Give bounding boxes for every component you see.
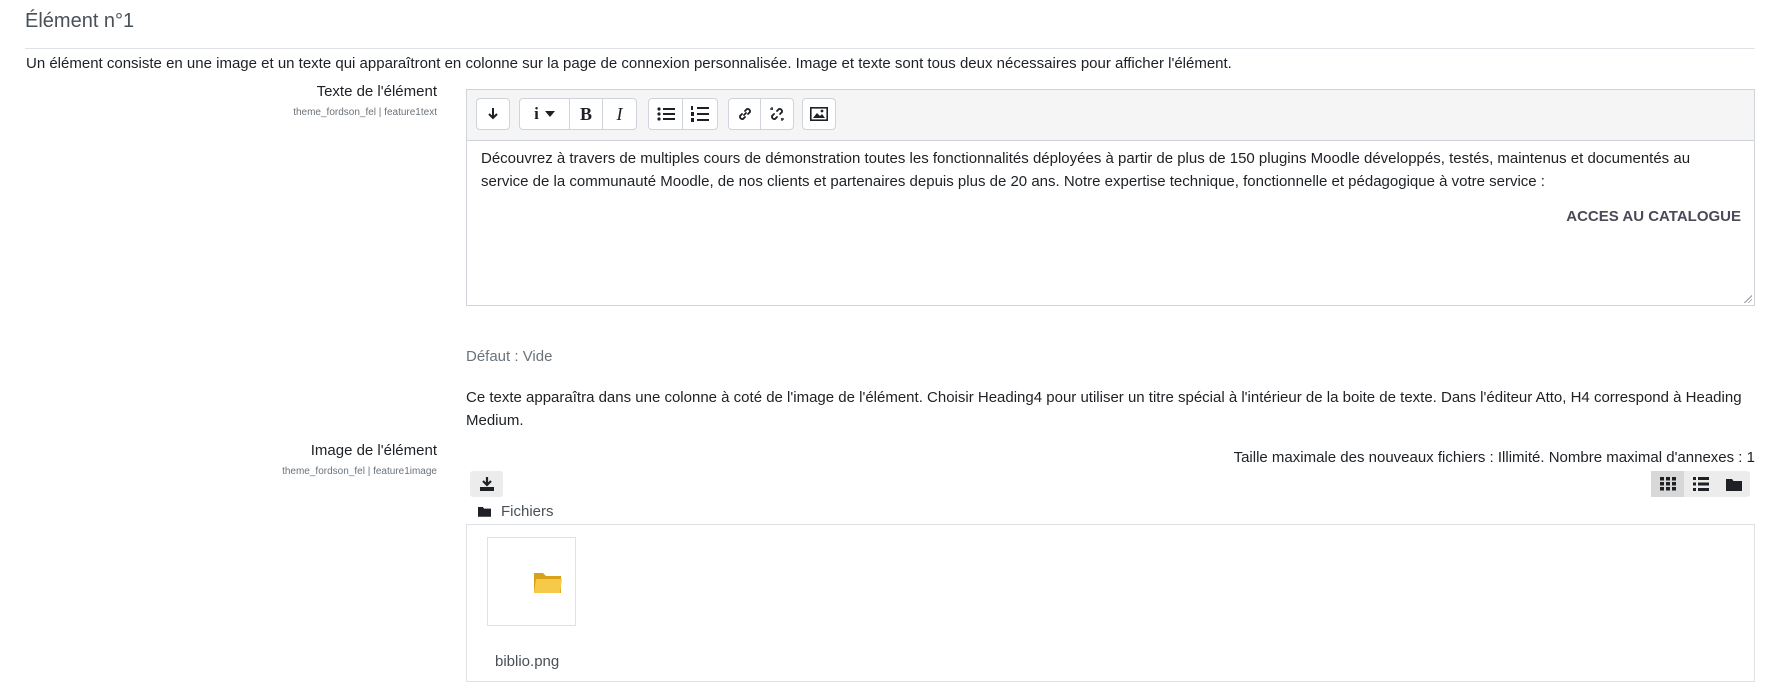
section-description: Un élément consiste en une image et un t… — [26, 55, 1232, 72]
resize-grip[interactable] — [1744, 295, 1752, 303]
path-bar: Fichiers — [478, 503, 554, 520]
section-divider — [25, 48, 1755, 49]
text-field-key: theme_fordson_fel | feature1text — [293, 107, 437, 118]
file-manager-area: biblio.png — [466, 524, 1755, 682]
list-view-icon[interactable] — [1684, 471, 1717, 497]
toolbar-group-style: i B I — [519, 98, 637, 130]
toolbar-group-lists — [648, 98, 718, 130]
download-icon — [479, 477, 494, 491]
grid-view-icon[interactable] — [1651, 471, 1684, 497]
file-name[interactable]: biblio.png — [495, 653, 559, 670]
image-icon[interactable] — [803, 99, 835, 129]
default-value: Défaut : Vide — [466, 348, 553, 365]
dropdown-caret-icon — [544, 111, 555, 117]
atto-editor: i B I Découvrez à travers de multiples c… — [466, 89, 1755, 306]
toolbar-group-media — [802, 98, 836, 130]
text-field-label: Texte de l'élément — [316, 83, 437, 100]
toolbar-group-collapse — [476, 98, 510, 130]
tree-view-icon[interactable] — [1717, 471, 1750, 497]
ordered-list-icon[interactable] — [683, 99, 717, 129]
paragraph-style-icon[interactable]: i — [520, 99, 570, 129]
unlink-icon[interactable] — [761, 99, 793, 129]
section-title: Élément n°1 — [25, 10, 135, 32]
bold-glyph: B — [579, 103, 592, 124]
folder-image-icon — [533, 572, 562, 593]
path-label[interactable]: Fichiers — [501, 503, 554, 520]
bold-icon[interactable]: B — [570, 99, 603, 129]
collapse-icon[interactable] — [477, 99, 509, 129]
view-mode-bar — [1651, 471, 1750, 497]
toolbar-group-links — [728, 98, 794, 130]
catalogue-link[interactable]: ACCES AU CATALOGUE — [1566, 208, 1741, 225]
editor-content[interactable]: Découvrez à travers de multiples cours d… — [481, 148, 1741, 193]
file-thumbnail[interactable] — [487, 537, 576, 626]
max-file-info: Taille maximale des nouveaux fichiers : … — [1233, 449, 1755, 466]
info-glyph: i — [534, 104, 539, 123]
italic-glyph: I — [616, 103, 623, 124]
italic-icon[interactable]: I — [603, 99, 636, 129]
add-file-button[interactable] — [470, 471, 503, 497]
image-field-label: Image de l'élément — [310, 442, 437, 459]
editor-toolbar: i B I — [467, 90, 1754, 141]
folder-icon — [478, 507, 491, 517]
image-field-key: theme_fordson_fel | feature1image — [282, 466, 437, 477]
unordered-list-icon[interactable] — [649, 99, 683, 129]
help-text: Ce texte apparaîtra dans une colonne à c… — [466, 389, 1742, 429]
link-icon[interactable] — [729, 99, 761, 129]
